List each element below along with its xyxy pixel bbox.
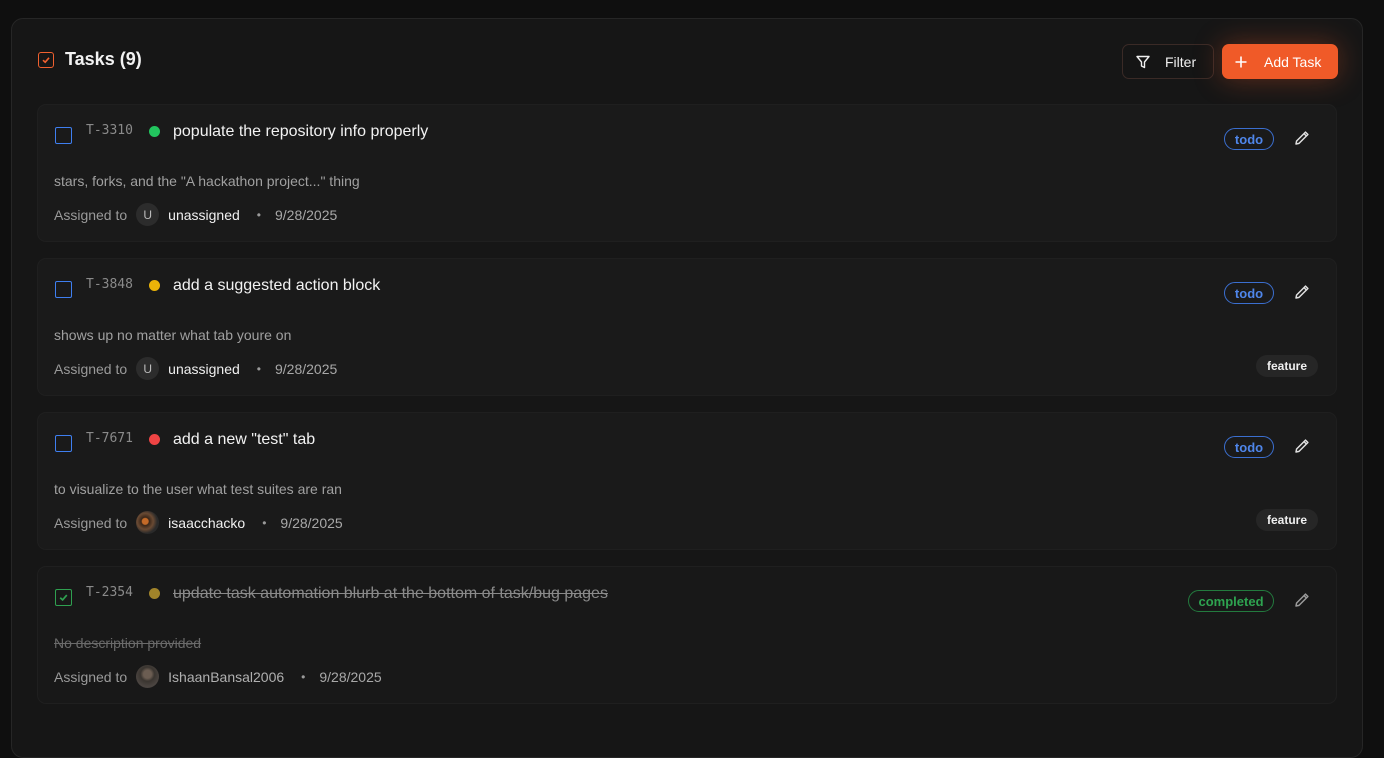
task-date: 9/28/2025 [280, 514, 343, 531]
task-card[interactable]: T-7671 add a new "test" tab todo to visu… [37, 412, 1337, 550]
task-date: 9/28/2025 [319, 668, 382, 685]
task-id: T-2354 [86, 585, 133, 600]
status-badge: todo [1224, 128, 1274, 150]
tasks-panel: Tasks (9) Filter Add Task T-3310 populat… [11, 18, 1363, 758]
avatar [136, 665, 160, 688]
priority-dot [149, 280, 160, 291]
filter-button[interactable]: Filter [1122, 44, 1214, 79]
task-meta: Assigned to IshaanBansal2006 • 9/28/2025 [54, 665, 382, 688]
avatar [136, 511, 160, 534]
task-title[interactable]: update task automation blurb at the bott… [173, 585, 608, 603]
task-meta: Assigned to isaacchacko • 9/28/2025 [54, 511, 343, 534]
task-date: 9/28/2025 [275, 206, 338, 223]
assigned-label: Assigned to [54, 514, 128, 531]
edit-icon[interactable] [1293, 129, 1311, 147]
task-checkbox[interactable] [55, 127, 72, 144]
task-meta: Assigned to U unassigned • 9/28/2025 [54, 357, 337, 380]
task-checkbox-icon [38, 51, 54, 68]
edit-icon[interactable] [1293, 437, 1311, 455]
separator-dot: • [256, 207, 261, 222]
task-description: shows up no matter what tab youre on [54, 327, 292, 343]
edit-icon[interactable] [1293, 283, 1311, 301]
assignee-name: unassigned [168, 360, 240, 377]
task-title[interactable]: add a new "test" tab [173, 431, 315, 449]
task-description: No description provided [54, 635, 202, 651]
status-badge: todo [1224, 282, 1274, 304]
assigned-label: Assigned to [54, 206, 128, 223]
assigned-label: Assigned to [54, 668, 128, 685]
plus-icon [1235, 56, 1247, 67]
filter-icon [1136, 55, 1150, 68]
task-title[interactable]: add a suggested action block [173, 277, 380, 295]
priority-dot [149, 434, 160, 445]
feature-tag: feature [1256, 509, 1319, 531]
check-icon [59, 594, 68, 602]
task-checkbox-checked[interactable] [55, 589, 72, 606]
filter-button-label: Filter [1165, 53, 1197, 70]
assignee-name: isaacchacko [168, 514, 246, 531]
task-card[interactable]: T-3848 add a suggested action block todo… [37, 258, 1337, 396]
task-id: T-3310 [86, 123, 133, 138]
task-checkbox[interactable] [55, 281, 72, 298]
task-id: T-3848 [86, 277, 133, 292]
task-card[interactable]: T-2354 update task automation blurb at t… [37, 566, 1337, 704]
avatar: U [136, 203, 160, 226]
add-task-button-label: Add Task [1264, 53, 1322, 70]
separator-dot: • [262, 515, 267, 530]
task-description: stars, forks, and the "A hackathon proje… [54, 173, 360, 189]
tasks-title-group: Tasks (9) [38, 49, 142, 70]
separator-dot: • [301, 669, 306, 684]
assignee-name: unassigned [168, 206, 240, 223]
separator-dot: • [256, 361, 261, 376]
task-title[interactable]: populate the repository info properly [173, 123, 428, 141]
page-title: Tasks (9) [65, 49, 142, 69]
status-badge: todo [1224, 436, 1274, 458]
assigned-label: Assigned to [54, 360, 128, 377]
task-description: to visualize to the user what test suite… [54, 481, 342, 497]
add-task-button[interactable]: Add Task [1222, 44, 1338, 79]
task-id: T-7671 [86, 431, 133, 446]
edit-icon[interactable] [1293, 591, 1311, 609]
tasks-header: Tasks (9) Filter Add Task [12, 19, 1362, 105]
status-badge: completed [1188, 590, 1274, 612]
task-date: 9/28/2025 [275, 360, 338, 377]
task-meta: Assigned to U unassigned • 9/28/2025 [54, 203, 337, 226]
feature-tag: feature [1256, 355, 1319, 377]
assignee-name: IshaanBansal2006 [168, 668, 285, 685]
task-checkbox[interactable] [55, 435, 72, 452]
priority-dot [149, 126, 160, 137]
task-card[interactable]: T-3310 populate the repository info prop… [37, 104, 1337, 242]
avatar: U [136, 357, 160, 380]
priority-dot [149, 588, 160, 599]
